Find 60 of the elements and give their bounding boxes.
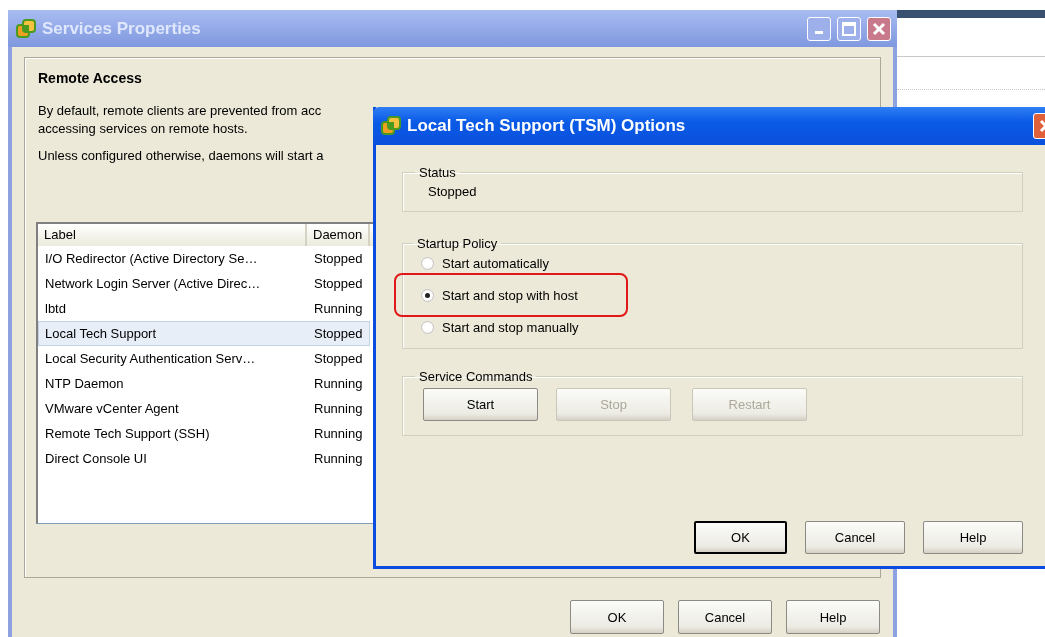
group-title: Service Commands [418, 369, 534, 384]
table-row[interactable]: Network Login Server (Active Direc… Stopped [38, 271, 370, 296]
close-button[interactable] [867, 16, 891, 41]
table-cell-text: lbtd [44, 301, 67, 316]
table-row[interactable]: Remote Tech Support (SSH) Running [38, 421, 370, 446]
table-cell-text: Running [313, 376, 364, 391]
description-text: Unless configured otherwise, daemons will start a [38, 147, 324, 165]
table-cell-text: I/O Redirector (Active Directory Se… [44, 251, 259, 266]
dialog-button[interactable]: Help [786, 600, 880, 634]
table-cell-text: Stopped [313, 276, 364, 291]
description-text: accessing services on remote hosts. [38, 120, 248, 138]
squares-icon [16, 18, 36, 39]
table-cell-text: Running [313, 301, 364, 316]
radio-label[interactable]: Start automatically [442, 255, 549, 271]
table-cell-text: NTP Daemon [44, 376, 125, 391]
maximize-icon [842, 21, 856, 36]
dialog-button[interactable]: OK [694, 521, 787, 554]
column-header[interactable]: Label [38, 224, 307, 246]
table-cell-text: Running [313, 401, 364, 416]
table-cell-text: Running [313, 451, 364, 466]
table-cell-text: Local Security Authentication Serv… [44, 351, 257, 366]
table-cell-text: Direct Console UI [44, 451, 148, 466]
dialog-button[interactable]: Cancel [805, 521, 905, 554]
window-title: Local Tech Support (TSM) Options [407, 116, 687, 136]
table-cell-text: VMware vCenter Agent [44, 401, 180, 416]
table-cell-text: Network Login Server (Active Direc… [44, 276, 262, 291]
table-cell-text: Running [313, 426, 364, 441]
squares-icon [381, 116, 401, 136]
table-row[interactable]: Direct Console UI Running [38, 446, 370, 471]
dialog-button[interactable]: Cancel [678, 600, 772, 634]
dialog-button[interactable]: Help [923, 521, 1023, 554]
close-icon [872, 21, 886, 36]
table-cell-text: Local Tech Support [44, 326, 158, 341]
group-title: Startup Policy [416, 236, 499, 251]
command-button[interactable]: Start [423, 388, 538, 421]
minimize-icon [815, 30, 823, 34]
table-row[interactable]: Local Security Authentication Serv… Stopped [38, 346, 370, 371]
table-cell-text: Remote Tech Support (SSH) [44, 426, 211, 441]
table-cell-text: Stopped [313, 326, 364, 341]
description-text: By default, remote clients are prevented from acc [38, 102, 322, 120]
table-cell-text: Stopped [313, 351, 364, 366]
radio-label[interactable]: Start and stop with host [442, 287, 578, 303]
table-row[interactable]: NTP Daemon Running [38, 371, 370, 396]
radio-button[interactable] [421, 256, 434, 270]
table-cell-text: Stopped [313, 251, 364, 266]
window-title: Services Properties [42, 18, 202, 39]
radio-button[interactable] [421, 288, 434, 302]
radio-label[interactable]: Start and stop manually [442, 319, 579, 335]
dialog-button[interactable]: OK [570, 600, 664, 634]
table-row[interactable]: lbtd Running [38, 296, 370, 321]
radio-button[interactable] [421, 320, 434, 334]
table-row[interactable]: VMware vCenter Agent Running [38, 396, 370, 421]
minimize-button[interactable] [807, 16, 831, 41]
table-row[interactable]: Local Tech Support Stopped [38, 321, 370, 346]
group-title: Status [418, 165, 457, 180]
column-header[interactable]: Daemon [307, 224, 371, 246]
maximize-button[interactable] [837, 16, 861, 41]
section-title: Remote Access [38, 70, 143, 86]
table-row[interactable]: I/O Redirector (Active Directory Se… Stopped [38, 246, 370, 271]
status-value: Stopped [428, 184, 478, 199]
